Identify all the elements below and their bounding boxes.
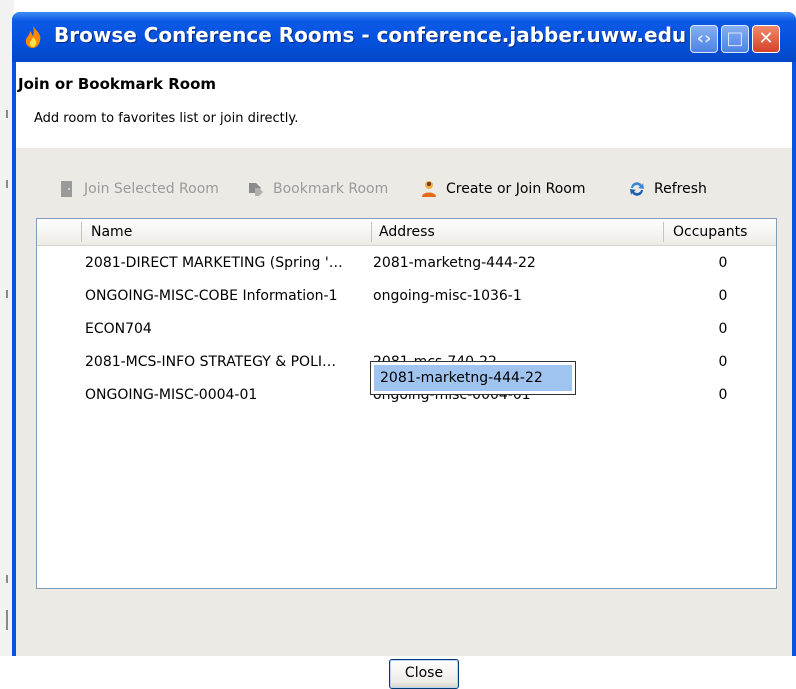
room-occupants: 0 <box>718 255 728 271</box>
flame-icon <box>25 26 41 48</box>
room-address: 2081-marketng-444-22 <box>373 255 536 271</box>
table-row[interactable]: ECON704 0 <box>37 313 776 346</box>
header-panel: Join or Bookmark Room Add room to favori… <box>16 62 792 148</box>
room-occupants: 0 <box>718 321 728 337</box>
room-name: ONGOING-MISC-COBE Information-1 <box>85 288 338 304</box>
background-window-top <box>14 0 796 12</box>
person-icon <box>422 181 436 197</box>
dialog-window: Browse Conference Rooms - conference.jab… <box>12 12 796 689</box>
table-row[interactable]: 2081-DIRECT MARKETING (Spring '… 2081-ma… <box>37 247 776 280</box>
maximize-icon: □ <box>726 28 744 49</box>
title-bar[interactable]: Browse Conference Rooms - conference.jab… <box>12 12 796 62</box>
door-icon <box>61 181 72 197</box>
bookmark-icon <box>249 183 263 196</box>
table-row[interactable]: ONGOING-MISC-COBE Information-1 ongoing-… <box>37 280 776 313</box>
background-artifact <box>6 290 8 298</box>
join-selected-room-button[interactable]: Join Selected Room <box>58 172 219 206</box>
room-name: ONGOING-MISC-0004-01 <box>85 387 258 403</box>
create-or-join-room-label: Create or Join Room <box>446 181 586 197</box>
refresh-button[interactable]: Refresh <box>628 172 707 206</box>
room-address <box>373 313 663 346</box>
background-artifact <box>6 180 8 188</box>
window-title: Browse Conference Rooms - conference.jab… <box>54 23 687 47</box>
room-name: ECON704 <box>85 321 152 337</box>
column-separator[interactable] <box>81 222 82 242</box>
maximize-button[interactable]: □ <box>721 25 749 53</box>
room-occupants: 0 <box>718 387 728 403</box>
rooms-table[interactable]: Name Address Occupants 2081-DIRECT MARKE… <box>36 218 777 589</box>
header-title: Join or Bookmark Room <box>18 75 217 93</box>
table-header: Name Address Occupants <box>37 219 776 246</box>
background-artifact <box>6 110 8 118</box>
close-button[interactable]: Close <box>389 659 459 689</box>
column-header-name[interactable]: Name <box>85 219 371 245</box>
bookmark-room-label: Bookmark Room <box>273 181 389 197</box>
column-header-address[interactable]: Address <box>373 219 663 245</box>
bookmark-room-button[interactable]: Bookmark Room <box>247 172 388 206</box>
refresh-icon <box>630 182 644 196</box>
join-selected-room-label: Join Selected Room <box>84 181 219 197</box>
refresh-label: Refresh <box>654 181 707 197</box>
room-occupants: 0 <box>718 354 728 370</box>
address-tooltip: 2081-marketng-444-22 <box>370 361 576 395</box>
room-occupants: 0 <box>718 288 728 304</box>
header-subtitle: Add room to favorites list or join direc… <box>34 111 299 126</box>
background-artifact <box>6 575 8 583</box>
address-tooltip-text: 2081-marketng-444-22 <box>374 365 572 391</box>
create-or-join-room-button[interactable]: Create or Join Room <box>420 172 586 206</box>
minimize-icon: ‹› <box>696 28 712 49</box>
minimize-button[interactable]: ‹› <box>690 25 718 53</box>
room-name: 2081-DIRECT MARKETING (Spring '… <box>85 255 343 271</box>
column-header-occupants[interactable]: Occupants <box>667 219 773 245</box>
background-artifact <box>6 610 8 630</box>
room-name: 2081-MCS-INFO STRATEGY & POLI… <box>85 354 336 370</box>
room-address: ongoing-misc-1036-1 <box>373 288 522 304</box>
column-separator[interactable] <box>663 222 664 242</box>
column-separator[interactable] <box>371 222 372 242</box>
toolbar: Join Selected Room Bookmark Room Create … <box>16 172 792 206</box>
close-icon: ✕ <box>758 28 774 49</box>
close-window-button[interactable]: ✕ <box>752 25 780 53</box>
dialog-client-area: Join or Bookmark Room Add room to favori… <box>16 62 792 689</box>
